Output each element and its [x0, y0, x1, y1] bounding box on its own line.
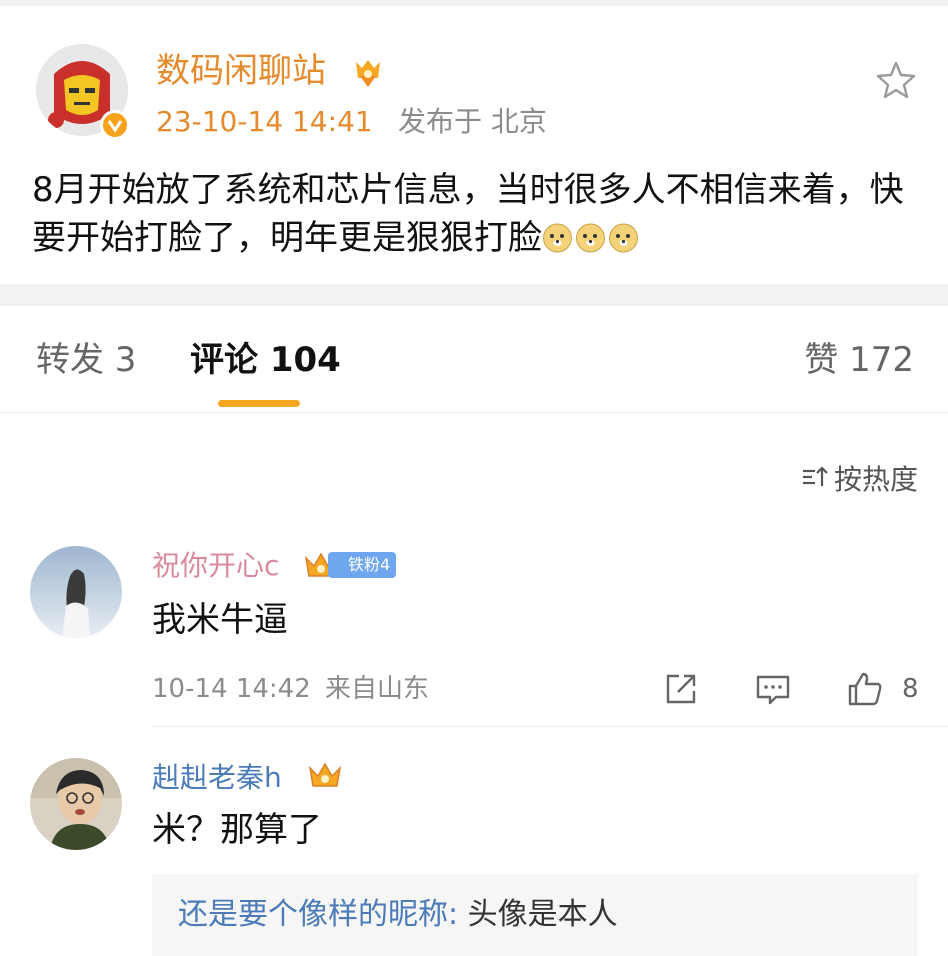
doge-emoji-icon	[542, 218, 573, 253]
comment-meta: 10-14 14:42 来自山东	[152, 670, 429, 708]
tab-repost[interactable]: 转发 3	[36, 336, 136, 384]
like-count: 8	[902, 674, 919, 704]
medal-icon	[350, 54, 386, 90]
avatar[interactable]	[30, 758, 122, 850]
star-icon[interactable]	[876, 60, 916, 100]
comment-icon[interactable]	[754, 670, 792, 708]
post-body: 8月开始放了系统和芯片信息，当时很多人不相信来着，快要开始打脸了，明年更是狠狠打…	[32, 166, 912, 262]
tab-comments[interactable]: 评论 104	[190, 336, 341, 384]
comment-text: 米？那算了	[152, 810, 322, 850]
verified-badge-icon	[100, 110, 130, 140]
sort-icon	[802, 460, 828, 500]
doge-emoji-icon	[608, 218, 639, 253]
post-time: 23-10-14 14:41	[156, 105, 373, 138]
avatar[interactable]	[30, 546, 122, 638]
comment-location: 来自山东	[325, 674, 430, 704]
like-icon[interactable]	[846, 670, 884, 708]
sort-button[interactable]: 按热度	[802, 460, 918, 500]
sort-label: 按热度	[833, 463, 918, 496]
post-card: 数码闲聊站 23-10-14 14:41 发布于 北京 8月开始放了系统和芯片信…	[0, 6, 948, 284]
tab-likes[interactable]: 赞 172	[804, 336, 914, 384]
divider	[0, 412, 948, 413]
post-location: 发布于 北京	[398, 105, 547, 138]
comment-user-name[interactable]: 赳赳老秦h	[152, 758, 282, 798]
reply-content: 还是要个像样的昵称: 头像是本人	[178, 894, 618, 936]
divider	[152, 726, 948, 727]
reply-text: 头像是本人	[467, 897, 618, 932]
active-tab-indicator	[218, 400, 300, 407]
post-text: 8月开始放了系统和芯片信息，当时很多人不相信来着，快要开始打脸了，明年更是狠狠打…	[32, 170, 904, 258]
comments-section: 转发 3 评论 104 赞 172 按热度 祝你开心c 铁粉4 我米牛逼 10-…	[0, 306, 948, 956]
comment-time: 10-14 14:42	[152, 674, 311, 704]
crown-icon	[306, 756, 344, 794]
post-author-name[interactable]: 数码闲聊站	[156, 48, 326, 94]
doge-emoji-icon	[575, 218, 606, 253]
comment-user-name[interactable]: 祝你开心c	[152, 546, 279, 586]
reply-preview[interactable]: 还是要个像样的昵称: 头像是本人	[152, 874, 918, 956]
reply-user-name[interactable]: 还是要个像样的昵称:	[178, 897, 458, 932]
fan-badge: 铁粉4	[328, 552, 397, 578]
share-icon[interactable]	[662, 670, 700, 708]
comment-text: 我米牛逼	[152, 600, 288, 640]
